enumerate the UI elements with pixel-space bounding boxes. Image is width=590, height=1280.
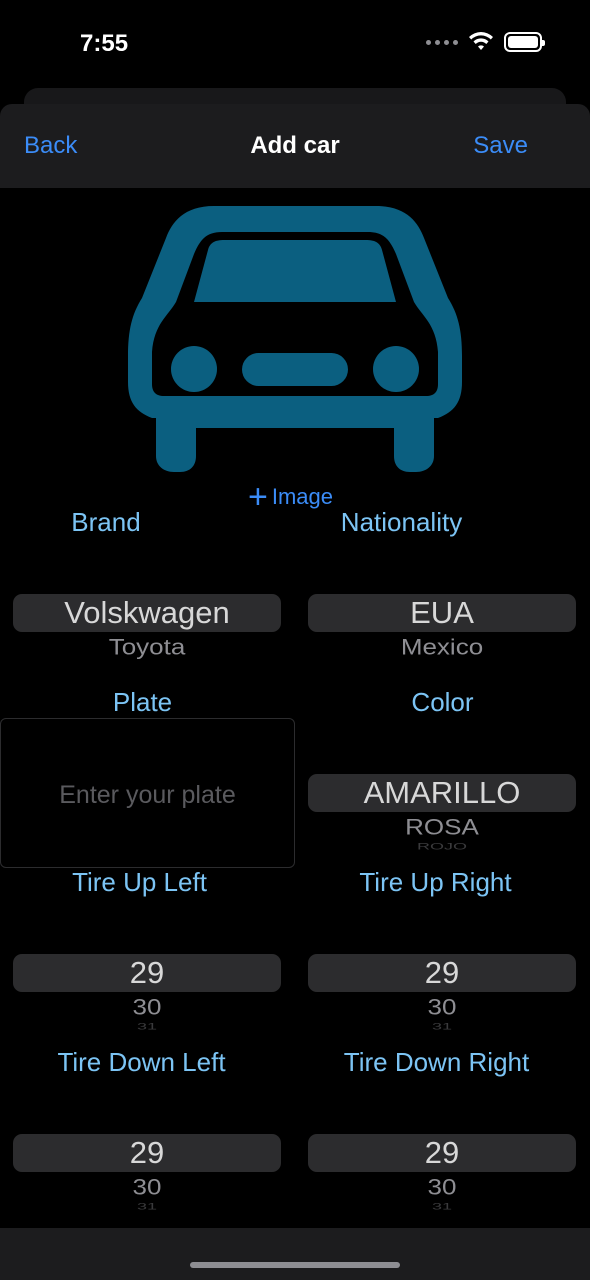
plate-input[interactable] bbox=[1, 777, 294, 813]
nationality-picker-selected: EUA bbox=[410, 595, 474, 630]
tire-down-right-next: 30 bbox=[427, 1174, 457, 1200]
tire-up-left-next: 30 bbox=[132, 994, 162, 1020]
tire-down-left-next2: 31 bbox=[136, 1201, 158, 1212]
color-picker-selected: AMARILLO bbox=[363, 775, 521, 810]
color-picker[interactable]: AMARILLO ROSA ROJO bbox=[308, 774, 576, 866]
brand-picker[interactable]: Volskwagen Toyota bbox=[13, 594, 281, 686]
tire-down-left-next: 30 bbox=[132, 1174, 162, 1200]
tire-up-right-next2: 31 bbox=[431, 1021, 453, 1032]
color-picker-next2: ROJO bbox=[416, 841, 467, 852]
status-icons bbox=[426, 32, 545, 52]
color-picker-next: ROSA bbox=[405, 814, 479, 840]
plate-field-container bbox=[0, 718, 295, 868]
signal-icon bbox=[426, 39, 458, 45]
plate-label: Plate bbox=[112, 687, 173, 717]
navigation-bar: Back Add car Save bbox=[0, 104, 590, 188]
tire-down-left-picker[interactable]: 29 30 31 bbox=[13, 1134, 281, 1226]
color-label: Color bbox=[411, 687, 474, 717]
tire-down-left-label: Tire Down Left bbox=[57, 1047, 226, 1077]
status-time: 7:55 bbox=[80, 30, 129, 57]
tire-up-left-next2: 31 bbox=[136, 1021, 158, 1032]
status-bar: 7:55 bbox=[0, 0, 590, 90]
car-icon bbox=[128, 206, 462, 472]
tire-down-right-next2: 31 bbox=[431, 1201, 453, 1212]
tire-down-right-selected: 29 bbox=[424, 1135, 460, 1170]
battery-icon bbox=[504, 32, 545, 52]
tire-down-left-selected: 29 bbox=[129, 1135, 165, 1170]
home-indicator[interactable] bbox=[190, 1262, 400, 1268]
brand-picker-selected: Volskwagen bbox=[64, 595, 230, 630]
tire-up-left-picker[interactable]: 29 30 31 bbox=[13, 954, 281, 1046]
brand-label: Brand bbox=[71, 507, 141, 537]
save-button[interactable]: Save bbox=[473, 132, 528, 160]
nationality-label: Nationality bbox=[340, 507, 463, 537]
car-image[interactable] bbox=[128, 206, 462, 472]
bottom-bar bbox=[0, 1228, 590, 1280]
tire-up-right-label: Tire Up Right bbox=[359, 867, 512, 897]
tire-up-right-picker[interactable]: 29 30 31 bbox=[308, 954, 576, 1046]
nationality-picker[interactable]: EUA Mexico bbox=[308, 594, 576, 686]
wifi-icon bbox=[469, 32, 493, 50]
tire-up-right-next: 30 bbox=[427, 994, 457, 1020]
tire-up-right-selected: 29 bbox=[424, 955, 460, 990]
brand-picker-next: Toyota bbox=[108, 634, 186, 660]
tire-down-right-picker[interactable]: 29 30 31 bbox=[308, 1134, 576, 1226]
nationality-picker-next: Mexico bbox=[400, 634, 484, 660]
tire-up-left-label: Tire Up Left bbox=[72, 867, 207, 897]
tire-up-left-selected: 29 bbox=[129, 955, 165, 990]
tire-down-right-label: Tire Down Right bbox=[343, 1047, 530, 1077]
